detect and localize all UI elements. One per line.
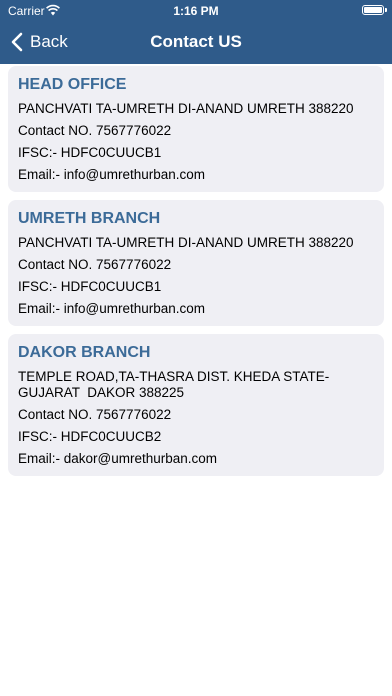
branch-contact: Contact NO. 7567776022 (18, 407, 172, 422)
branch-name: DAKOR BRANCH (18, 344, 151, 361)
back-label: Back (30, 32, 68, 51)
branch-address: PANCHVATI TA-UMRETH DI-ANAND UMRETH 3882… (18, 101, 354, 116)
navigation-bar: Contact US Back (0, 20, 392, 64)
branch-card-umreth: UMRETH BRANCH PANCHVATI TA-UMRETH DI-ANA… (8, 200, 384, 326)
branch-list: HEAD OFFICE PANCHVATI TA-UMRETH DI-ANAND… (8, 66, 384, 484)
branch-ifsc: IFSC:- HDFC0CUUCB1 (18, 145, 162, 160)
branch-ifsc: IFSC:- HDFC0CUUCB2 (18, 429, 162, 444)
branch-address-line-1: TEMPLE ROAD,TA-THASRA DIST. KHEDA STATE- (18, 369, 330, 384)
branch-address: TEMPLE ROAD,TA-THASRA DIST. KHEDA STATE-… (18, 369, 374, 401)
branch-email: Email:- info@umrethurban.com (18, 167, 206, 182)
branch-email: Email:- dakor@umrethurban.com (18, 451, 218, 466)
branch-name: HEAD OFFICE (18, 76, 127, 93)
branch-address-line-2: GUJARAT DAKOR 388225 (18, 385, 185, 400)
back-button[interactable]: Back (10, 20, 68, 64)
branch-contact: Contact NO. 7567776022 (18, 123, 172, 138)
status-bar: Carrier 1:16 PM (0, 0, 392, 20)
branch-contact: Contact NO. 7567776022 (18, 257, 172, 272)
branch-card-dakor: DAKOR BRANCH TEMPLE ROAD,TA-THASRA DIST.… (8, 334, 384, 476)
chevron-left-icon (11, 32, 23, 52)
status-time: 1:16 PM (173, 4, 219, 18)
branch-name: UMRETH BRANCH (18, 210, 161, 227)
branch-ifsc: IFSC:- HDFC0CUUCB1 (18, 279, 162, 294)
branch-address: PANCHVATI TA-UMRETH DI-ANAND UMRETH 3882… (18, 235, 354, 250)
branch-card-head-office: HEAD OFFICE PANCHVATI TA-UMRETH DI-ANAND… (8, 66, 384, 192)
app-header: Carrier 1:16 PM Contact US Back (0, 0, 392, 64)
branch-email: Email:- info@umrethurban.com (18, 301, 206, 316)
battery-icon (362, 5, 387, 15)
